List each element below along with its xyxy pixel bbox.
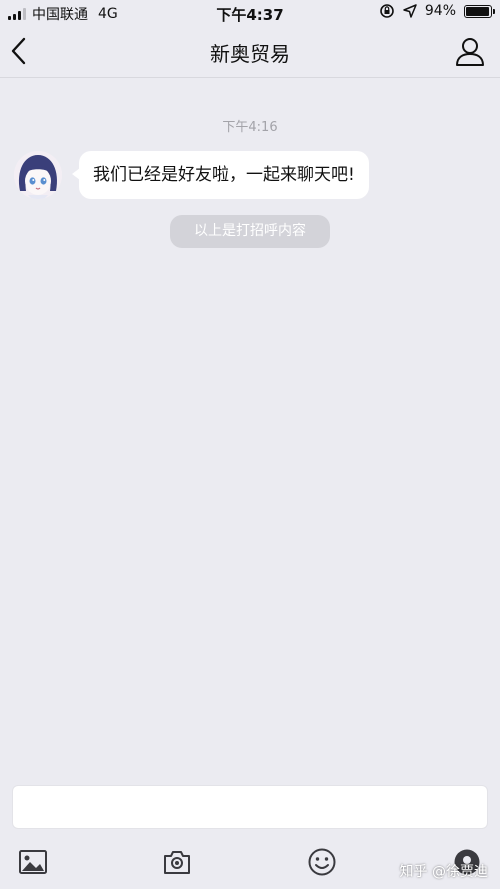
nav-bar: 新奥贸易	[0, 26, 500, 78]
profile-button[interactable]	[454, 35, 486, 67]
chat-area[interactable]: 下午4:16 我们已经是好友啦，一起来聊天吧! 以上是打招呼内容	[0, 78, 500, 778]
page-title: 新奥贸易	[210, 42, 290, 66]
anime-girl-avatar-icon	[14, 151, 62, 199]
avatar[interactable]	[14, 151, 62, 199]
camera-icon	[164, 851, 190, 874]
image-button[interactable]	[17, 846, 49, 878]
message-input[interactable]	[12, 785, 488, 829]
orientation-lock-icon	[380, 4, 394, 18]
person-icon	[456, 38, 484, 66]
watermark: 知乎 @徐贾迪	[399, 864, 488, 880]
battery-fill	[466, 6, 489, 16]
emoji-button[interactable]	[306, 846, 338, 878]
status-bar: 中国联通 4G 下午4:37 94%	[0, 0, 500, 26]
emoji-icon	[308, 848, 336, 876]
image-icon	[19, 850, 47, 874]
status-right: 94%	[379, 3, 495, 19]
message-bubble[interactable]: 我们已经是好友啦，一起来聊天吧!	[72, 151, 369, 199]
camera-button[interactable]	[161, 846, 193, 878]
message-timestamp: 下午4:16	[222, 120, 278, 135]
location-icon	[403, 4, 417, 18]
system-notice: 以上是打招呼内容	[170, 215, 330, 248]
battery-icon	[464, 4, 495, 18]
battery-percent: 94%	[424, 3, 456, 19]
